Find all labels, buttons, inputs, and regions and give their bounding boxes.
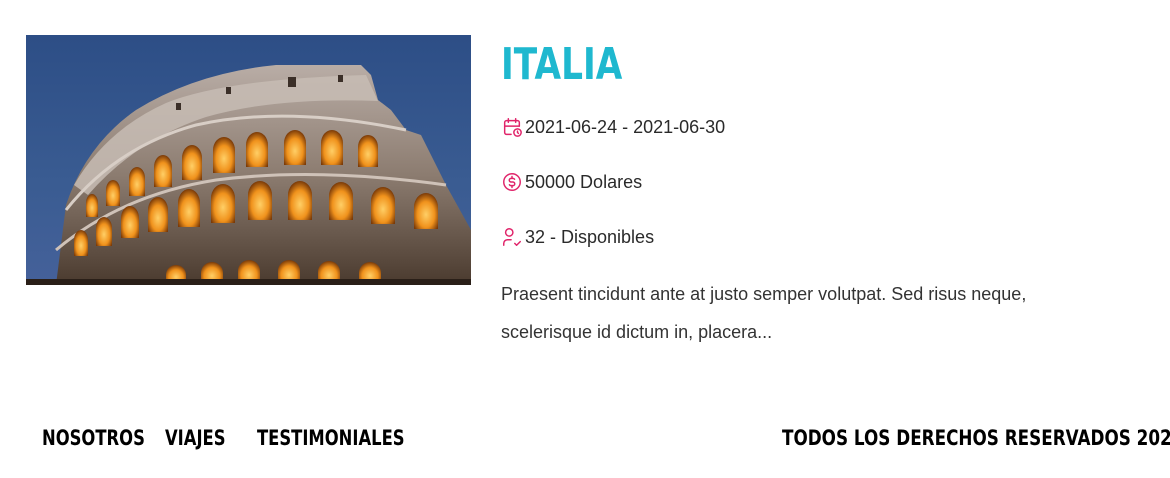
trip-image [26, 35, 471, 285]
footer: Nosotros Viajes Testimoniales Todos los … [0, 420, 1170, 456]
trip-price: 50000 Dolares [501, 170, 1101, 194]
trip-seats-text: 32 - Disponibles [525, 226, 655, 247]
nav-link-testimoniales[interactable]: Testimoniales [257, 420, 405, 456]
trip-dates: 2021-06-24 - 2021-06-30 [501, 115, 1101, 139]
dollar-coin-icon [503, 173, 521, 191]
trip-info: Italia 2021-06-24 - 2021-06-30 50000 Dol… [501, 35, 1101, 351]
trip-card: Italia 2021-06-24 - 2021-06-30 50000 Dol… [26, 35, 1146, 351]
trip-price-text: 50000 Dolares [525, 171, 643, 192]
trip-dates-text: 2021-06-24 - 2021-06-30 [525, 116, 726, 137]
copyright-text: Todos los derechos reservados 2024 [782, 426, 1170, 450]
calendar-clock-icon [503, 118, 522, 137]
trip-description: Praesent tincidunt ante at justo semper … [501, 284, 1027, 342]
nav-link-viajes[interactable]: Viajes [165, 420, 226, 456]
user-check-icon [503, 228, 521, 246]
trip-seats: 32 - Disponibles [501, 225, 1101, 249]
trip-title: Italia [501, 39, 623, 90]
nav-link-nosotros[interactable]: Nosotros [42, 420, 145, 456]
page: Italia 2021-06-24 - 2021-06-30 50000 Dol… [0, 0, 1170, 478]
